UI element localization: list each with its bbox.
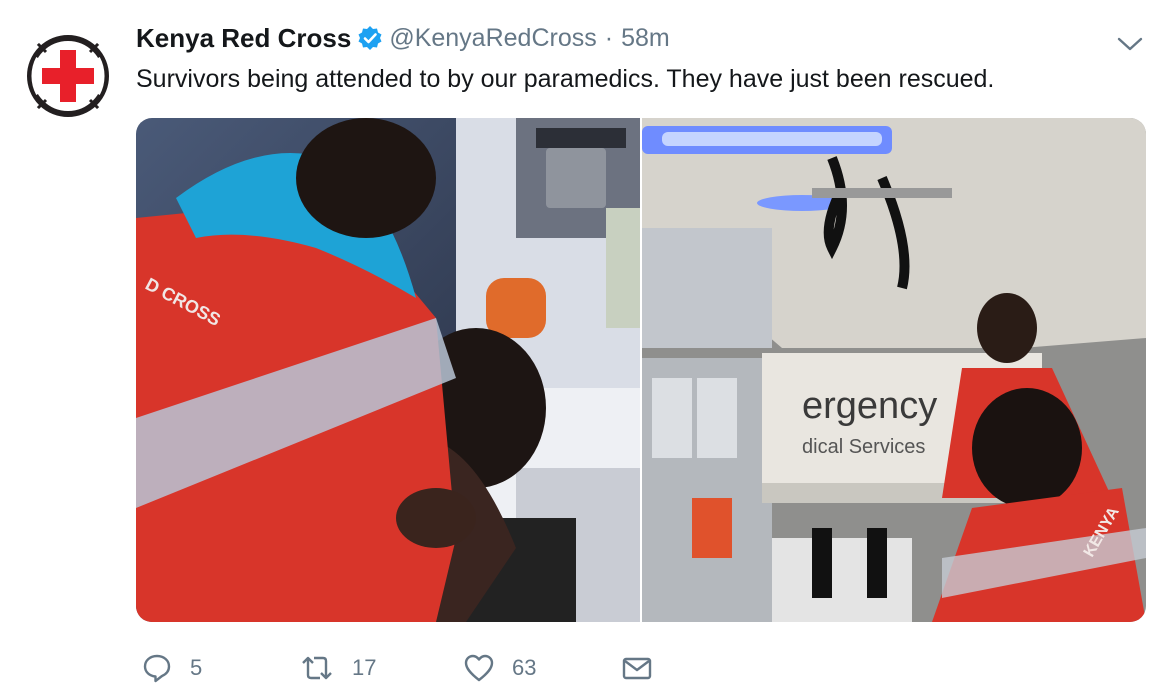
reply-icon [143, 654, 171, 683]
tweet-timestamp[interactable]: 58m [621, 24, 670, 53]
avatar[interactable] [24, 32, 112, 120]
reply-count: 5 [190, 655, 203, 680]
retweet-icon [302, 656, 332, 680]
retweet-count: 17 [352, 655, 377, 680]
author-handle[interactable]: @KenyaRedCross [389, 24, 596, 53]
like-count: 63 [512, 655, 537, 680]
reply-button[interactable]: 5 [142, 650, 202, 686]
direct-message-button[interactable] [622, 650, 652, 686]
retweet-button[interactable]: 17 [300, 650, 376, 686]
author-name[interactable]: Kenya Red Cross [136, 23, 351, 54]
like-button[interactable]: 63 [464, 650, 536, 686]
photo-ambulance-interior[interactable]: ergency dical Services KENYA [642, 118, 1146, 622]
envelope-icon [622, 657, 652, 680]
separator-dot: · [604, 23, 614, 52]
media-container: D CROSS ergency dical Services KENYA [136, 118, 1146, 622]
photo-paramedic-with-survivor[interactable]: D CROSS [136, 118, 640, 622]
window-lettering-services: dical Services [802, 436, 925, 458]
tweet-header: Kenya Red Cross @KenyaRedCross · 58m [136, 22, 670, 54]
verified-badge-icon [357, 25, 383, 51]
window-lettering-emergency: ergency [802, 385, 937, 427]
heart-icon [464, 654, 494, 682]
more-options-chevron-down-icon[interactable] [1116, 30, 1144, 58]
tweet-text: Survivors being attended to by our param… [136, 65, 995, 93]
